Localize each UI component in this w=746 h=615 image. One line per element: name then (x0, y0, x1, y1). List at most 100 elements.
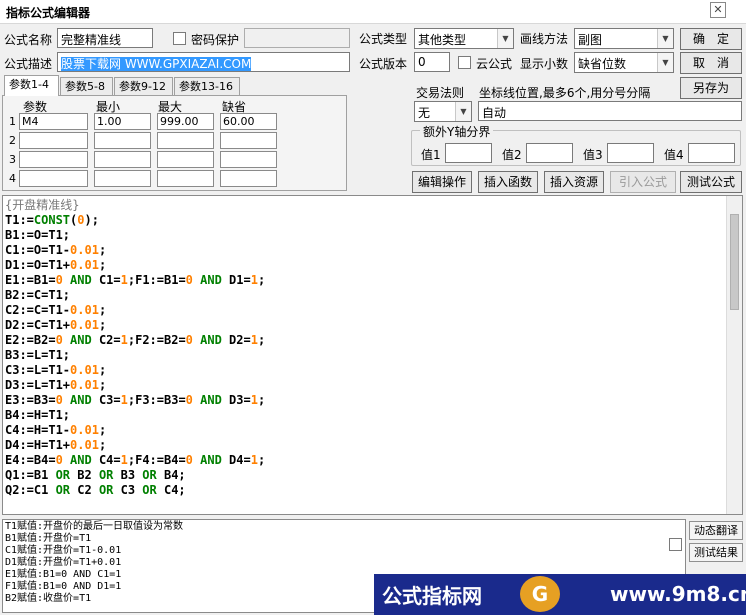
ok-button[interactable]: 确 定 (680, 28, 742, 50)
code-line: C4:=H=T1-0.01; (5, 423, 107, 437)
cancel-button[interactable]: 取 消 (680, 52, 742, 74)
code-line: B2:=C=T1; (5, 288, 71, 302)
param-min-cell[interactable]: 1.00 (94, 113, 151, 130)
code-line: D2:=C=T1+0.01; (5, 318, 107, 332)
watermark-right-text: www.9m8.cn (610, 582, 746, 606)
output-line: C1赋值:开盘价=T1-0.01 (5, 545, 122, 556)
output-line: B1赋值:开盘价=T1 (5, 533, 92, 544)
output-line: D1赋值:开盘价=T1+0.01 (5, 557, 122, 568)
decimals-label: 显示小数 (520, 57, 569, 71)
output-option-checkbox[interactable] (669, 538, 682, 551)
insert-resource-button[interactable]: 插入资源 (544, 171, 604, 193)
code-line: C1:=O=T1-0.01; (5, 243, 107, 257)
cloud-formula-label: 云公式 (476, 57, 513, 71)
cloud-formula-checkbox[interactable] (458, 56, 471, 69)
formula-desc-value: 股票下载网 WWW.GPXIAZAI.COM (61, 57, 252, 71)
chevron-down-icon: ▼ (455, 102, 471, 121)
output-line: B2赋值:收盘价=T1 (5, 593, 92, 604)
output-line: T1赋值:开盘价的最后一日取值设为常数 (5, 521, 184, 532)
watermark-left-text: 公式指标网 (382, 584, 482, 608)
code-line: E3:=B3=0 AND C3=1;F3:=B3=0 AND D3=1; (5, 393, 266, 407)
test-formula-button[interactable]: 测试公式 (680, 171, 742, 193)
code-line: E2:=B2=0 AND C2=1;F2:=B2=0 AND D2=1; (5, 333, 266, 347)
y-value1-input[interactable] (445, 143, 492, 163)
save-as-button[interactable]: 另存为 (680, 77, 742, 99)
editor-scroll-thumb[interactable] (730, 214, 739, 310)
formula-desc-input[interactable]: 股票下载网 WWW.GPXIAZAI.COM (57, 52, 350, 72)
param-row-number: 1 (9, 115, 16, 128)
formula-desc-label: 公式描述 (4, 57, 53, 71)
tab-params-13-16[interactable]: 参数13-16 (174, 77, 240, 96)
y-value2-label: 值2 (502, 148, 522, 162)
coord-line-input[interactable]: 自动 (478, 101, 742, 121)
formula-type-select[interactable]: 其他类型 ▼ (414, 28, 514, 49)
coord-line-label: 坐标线位置,最多6个,用分号分隔 (479, 86, 651, 100)
insert-function-button[interactable]: 插入函数 (478, 171, 538, 193)
param-min-cell[interactable] (94, 132, 151, 149)
output-line: F1赋值:B1=0 AND D1=1 (5, 581, 122, 592)
editor-scrollbar[interactable] (726, 196, 742, 514)
tab-dynamic-translate[interactable]: 动态翻译 (689, 521, 743, 540)
watermark-logo-icon: G (520, 576, 560, 612)
param-default-cell[interactable] (220, 170, 277, 187)
password-input (244, 28, 350, 48)
param-max-cell[interactable] (157, 132, 214, 149)
param-max-cell[interactable] (157, 151, 214, 168)
code-line: C3:=L=T1-0.01; (5, 363, 107, 377)
param-row-number: 4 (9, 172, 16, 185)
code-line: E1:=B1=0 AND C1=1;F1:=B1=0 AND D1=1; (5, 273, 266, 287)
formula-version-label: 公式版本 (359, 57, 408, 71)
param-max-cell[interactable]: 999.00 (157, 113, 214, 130)
code-line: E4:=B4=0 AND C4=1;F4:=B4=0 AND D4=1; (5, 453, 266, 467)
formula-code-editor[interactable]: {开盘精准线} T1:=CONST(0); B1:=O=T1; C1:=O=T1-0.… (2, 195, 743, 515)
trade-rule-select[interactable]: 无 ▼ (414, 101, 472, 122)
password-checkbox[interactable] (173, 32, 186, 45)
draw-method-value: 副图 (578, 33, 603, 47)
code-line: B3:=L=T1; (5, 348, 71, 362)
formula-name-input[interactable]: 完整精准线 (57, 28, 153, 48)
tab-params-5-8[interactable]: 参数5-8 (60, 77, 113, 96)
window-title: 指标公式编辑器 (6, 6, 91, 20)
decimals-value: 缺省位数 (578, 57, 627, 71)
decimals-select[interactable]: 缺省位数 ▼ (574, 52, 674, 73)
edit-operation-button[interactable]: 编辑操作 (412, 171, 472, 193)
param-default-cell[interactable] (220, 151, 277, 168)
param-name-cell[interactable] (19, 132, 88, 149)
y-value2-input[interactable] (526, 143, 573, 163)
tab-params-9-12[interactable]: 参数9-12 (114, 77, 173, 96)
output-line: E1赋值:B1=0 AND C1=1 (5, 569, 122, 580)
param-name-cell[interactable] (19, 170, 88, 187)
formula-version-input[interactable]: 0 (414, 52, 450, 72)
code-line: B1:=O=T1; (5, 228, 71, 242)
param-max-cell[interactable] (157, 170, 214, 187)
import-formula-button[interactable]: 引入公式 (610, 171, 676, 193)
param-min-cell[interactable] (94, 151, 151, 168)
trade-rule-label: 交易法则 (416, 86, 465, 100)
param-default-cell[interactable]: 60.00 (220, 113, 277, 130)
code-line: T1:=CONST(0); (5, 213, 99, 227)
y-value3-input[interactable] (607, 143, 654, 163)
param-row-number: 2 (9, 134, 16, 147)
close-icon[interactable]: ✕ (710, 2, 726, 18)
y-value4-input[interactable] (688, 143, 735, 163)
code-line: Q2:=C1 OR C2 OR C3 OR C4; (5, 483, 186, 497)
param-name-cell[interactable] (19, 151, 88, 168)
formula-name-label: 公式名称 (4, 33, 53, 47)
extra-y-axis-title: 额外Y轴分界 (420, 123, 494, 140)
code-line: D4:=H=T1+0.01; (5, 438, 107, 452)
code-line: C2:=C=T1-0.01; (5, 303, 107, 317)
param-row-number: 3 (9, 153, 16, 166)
y-value3-label: 值3 (583, 148, 603, 162)
tab-test-result[interactable]: 测试结果 (689, 543, 743, 562)
tab-params-1-4[interactable]: 参数1-4 (4, 75, 59, 96)
param-name-cell[interactable]: M4 (19, 113, 88, 130)
chevron-down-icon: ▼ (497, 29, 513, 48)
param-min-cell[interactable] (94, 170, 151, 187)
formula-type-value: 其他类型 (418, 33, 467, 47)
param-panel: 参数 最小 最大 缺省 1 M4 1.00 999.00 60.00 2 3 4 (2, 95, 347, 191)
param-default-cell[interactable] (220, 132, 277, 149)
draw-method-select[interactable]: 副图 ▼ (574, 28, 674, 49)
trade-rule-value: 无 (418, 106, 431, 120)
code-line: B4:=H=T1; (5, 408, 71, 422)
title-bar (0, 0, 746, 24)
